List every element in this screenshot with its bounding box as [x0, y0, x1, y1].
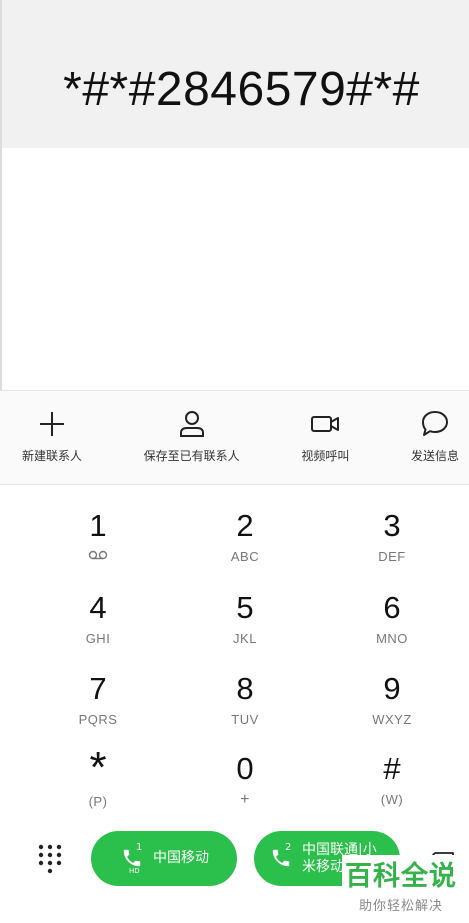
- key-digit: 4: [89, 590, 107, 625]
- watermark-title: 百科全说: [345, 861, 457, 892]
- key-digit: 3: [383, 508, 401, 543]
- key-digit: #: [383, 751, 401, 786]
- key-digit: 1: [89, 508, 107, 543]
- key-digit: 5: [236, 590, 254, 625]
- dialed-number[interactable]: *#*#2846579#*#: [2, 62, 469, 117]
- key-letters: PQRS: [78, 712, 118, 727]
- watermark-subtitle: 助你轻松解决: [358, 899, 443, 914]
- carrier-label: 中国移动: [153, 850, 209, 866]
- key-digit: 9: [383, 671, 401, 706]
- send-message-label: 发送信息: [410, 449, 459, 463]
- key-letters: JKL: [233, 631, 257, 646]
- dial-keypad: 1 2 ABC 3 DEF 4 GHI 5 JKL 6 MNO 7 PQRS 8…: [0, 485, 469, 815]
- call-sim1-button[interactable]: 1 HD 中国移动: [91, 831, 237, 886]
- phone-icon: 2: [270, 841, 298, 875]
- key-digit: 7: [89, 671, 107, 706]
- number-display: *#*#2846579#*#: [0, 0, 469, 148]
- key-9[interactable]: 9 WXYZ: [332, 670, 452, 750]
- voicemail-icon: [38, 548, 158, 566]
- key-letters: GHI: [85, 631, 111, 646]
- key-letters: TUV: [231, 712, 259, 727]
- key-letters: DEF: [378, 549, 406, 564]
- new-contact-label: 新建联系人: [22, 449, 83, 463]
- action-bar: 新建联系人 保存至已有联系人 视频呼叫 发送信息: [0, 390, 469, 485]
- video-camera-icon: [311, 416, 340, 432]
- phone-icon: 1 HD: [121, 841, 149, 875]
- key-7[interactable]: 7 PQRS: [38, 670, 158, 750]
- key-letters: +: [240, 791, 250, 808]
- sim-number: 2: [285, 841, 292, 853]
- dialpad-toggle-icon[interactable]: [38, 844, 62, 874]
- key-5[interactable]: 5 JKL: [185, 589, 305, 669]
- key-digit: 2: [236, 508, 254, 543]
- watermark-logo: 百科全说 助你轻松解决: [342, 855, 460, 923]
- new-contact-button[interactable]: 新建联系人: [22, 391, 82, 484]
- key-6[interactable]: 6 MNO: [332, 589, 452, 669]
- key-digit: 8: [236, 671, 254, 706]
- key-3[interactable]: 3 DEF: [332, 507, 452, 587]
- key-digit: 0: [236, 751, 254, 786]
- plus-icon: [40, 412, 64, 436]
- hd-badge: HD: [129, 866, 140, 875]
- key-letters: WXYZ: [372, 712, 412, 727]
- key-1[interactable]: 1: [38, 507, 158, 587]
- video-call-button[interactable]: 视频呼叫: [301, 391, 349, 484]
- add-to-contact-label: 保存至已有联系人: [143, 449, 240, 463]
- key-8[interactable]: 8 TUV: [185, 670, 305, 750]
- add-to-contact-button[interactable]: 保存至已有联系人: [144, 391, 240, 484]
- person-icon: [179, 411, 204, 437]
- key-letters: ABC: [230, 549, 260, 564]
- video-call-label: 视频呼叫: [301, 449, 350, 463]
- key-letters: MNO: [376, 631, 408, 646]
- key-digit: 6: [383, 590, 401, 625]
- sim-number: 1: [136, 841, 143, 853]
- message-bubble-icon: [421, 411, 448, 436]
- key-letters: (W): [380, 792, 404, 807]
- key-4[interactable]: 4 GHI: [38, 589, 158, 669]
- key-digit: *: [89, 743, 107, 792]
- send-message-button[interactable]: 发送信息: [411, 391, 459, 484]
- suggestion-area: [0, 148, 469, 390]
- key-letters: (P): [88, 794, 108, 809]
- key-2[interactable]: 2 ABC: [185, 507, 305, 587]
